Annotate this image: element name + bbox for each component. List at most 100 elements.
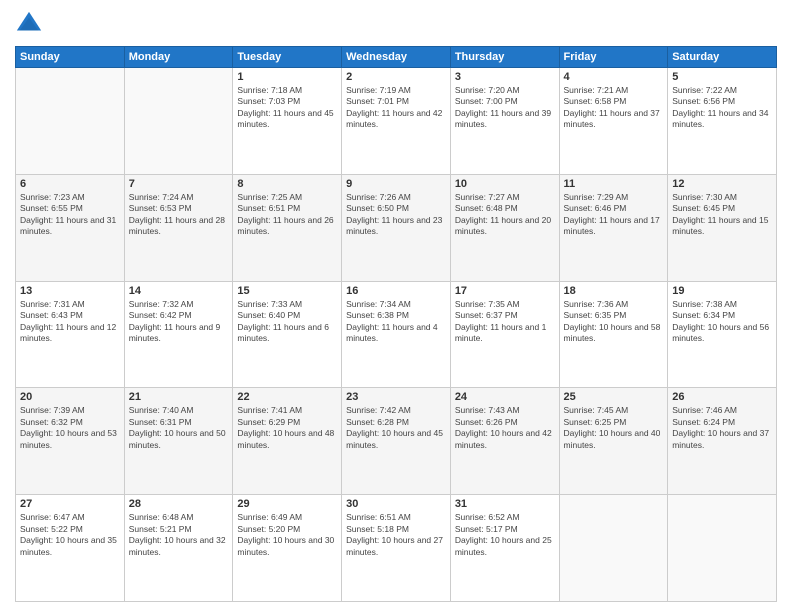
day-info: Sunrise: 7:38 AM Sunset: 6:34 PM Dayligh… xyxy=(672,299,772,345)
day-number: 9 xyxy=(346,178,446,190)
day-number: 14 xyxy=(129,285,229,297)
day-info: Sunrise: 7:30 AM Sunset: 6:45 PM Dayligh… xyxy=(672,192,772,238)
header xyxy=(15,10,777,38)
column-header-monday: Monday xyxy=(124,47,233,68)
calendar-cell xyxy=(124,68,233,175)
day-number: 3 xyxy=(455,71,555,83)
day-number: 21 xyxy=(129,391,229,403)
day-number: 26 xyxy=(672,391,772,403)
calendar-cell: 13 Sunrise: 7:31 AM Sunset: 6:43 PM Dayli… xyxy=(16,281,125,388)
column-header-saturday: Saturday xyxy=(668,47,777,68)
calendar-cell: 29 Sunrise: 6:49 AM Sunset: 5:20 PM Dayli… xyxy=(233,495,342,602)
day-info: Sunrise: 6:49 AM Sunset: 5:20 PM Dayligh… xyxy=(237,512,337,558)
calendar-cell: 18 Sunrise: 7:36 AM Sunset: 6:35 PM Dayli… xyxy=(559,281,668,388)
day-info: Sunrise: 6:47 AM Sunset: 5:22 PM Dayligh… xyxy=(20,512,120,558)
column-header-sunday: Sunday xyxy=(16,47,125,68)
day-info: Sunrise: 6:52 AM Sunset: 5:17 PM Dayligh… xyxy=(455,512,555,558)
calendar-week-row: 6 Sunrise: 7:23 AM Sunset: 6:55 PM Daylig… xyxy=(16,174,777,281)
calendar-cell: 27 Sunrise: 6:47 AM Sunset: 5:22 PM Dayli… xyxy=(16,495,125,602)
day-number: 29 xyxy=(237,498,337,510)
day-number: 5 xyxy=(672,71,772,83)
day-number: 17 xyxy=(455,285,555,297)
day-number: 12 xyxy=(672,178,772,190)
day-info: Sunrise: 6:48 AM Sunset: 5:21 PM Dayligh… xyxy=(129,512,229,558)
calendar-cell: 8 Sunrise: 7:25 AM Sunset: 6:51 PM Daylig… xyxy=(233,174,342,281)
day-info: Sunrise: 7:29 AM Sunset: 6:46 PM Dayligh… xyxy=(564,192,664,238)
column-header-wednesday: Wednesday xyxy=(342,47,451,68)
calendar-week-row: 20 Sunrise: 7:39 AM Sunset: 6:32 PM Dayli… xyxy=(16,388,777,495)
page: SundayMondayTuesdayWednesdayThursdayFrid… xyxy=(0,0,792,612)
calendar-week-row: 13 Sunrise: 7:31 AM Sunset: 6:43 PM Dayli… xyxy=(16,281,777,388)
day-number: 25 xyxy=(564,391,664,403)
day-number: 27 xyxy=(20,498,120,510)
calendar-cell: 21 Sunrise: 7:40 AM Sunset: 6:31 PM Dayli… xyxy=(124,388,233,495)
calendar-cell xyxy=(16,68,125,175)
day-number: 31 xyxy=(455,498,555,510)
day-number: 28 xyxy=(129,498,229,510)
calendar-cell: 6 Sunrise: 7:23 AM Sunset: 6:55 PM Daylig… xyxy=(16,174,125,281)
day-info: Sunrise: 7:34 AM Sunset: 6:38 PM Dayligh… xyxy=(346,299,446,345)
day-info: Sunrise: 7:18 AM Sunset: 7:03 PM Dayligh… xyxy=(237,85,337,131)
day-info: Sunrise: 7:42 AM Sunset: 6:28 PM Dayligh… xyxy=(346,405,446,451)
day-number: 7 xyxy=(129,178,229,190)
calendar-cell: 4 Sunrise: 7:21 AM Sunset: 6:58 PM Daylig… xyxy=(559,68,668,175)
day-info: Sunrise: 7:22 AM Sunset: 6:56 PM Dayligh… xyxy=(672,85,772,131)
calendar-cell xyxy=(668,495,777,602)
day-number: 10 xyxy=(455,178,555,190)
day-info: Sunrise: 7:35 AM Sunset: 6:37 PM Dayligh… xyxy=(455,299,555,345)
day-info: Sunrise: 7:21 AM Sunset: 6:58 PM Dayligh… xyxy=(564,85,664,131)
day-info: Sunrise: 7:43 AM Sunset: 6:26 PM Dayligh… xyxy=(455,405,555,451)
day-number: 11 xyxy=(564,178,664,190)
day-number: 23 xyxy=(346,391,446,403)
day-number: 2 xyxy=(346,71,446,83)
day-number: 4 xyxy=(564,71,664,83)
calendar-week-row: 27 Sunrise: 6:47 AM Sunset: 5:22 PM Dayli… xyxy=(16,495,777,602)
column-header-thursday: Thursday xyxy=(450,47,559,68)
day-info: Sunrise: 7:24 AM Sunset: 6:53 PM Dayligh… xyxy=(129,192,229,238)
day-info: Sunrise: 7:36 AM Sunset: 6:35 PM Dayligh… xyxy=(564,299,664,345)
day-info: Sunrise: 7:40 AM Sunset: 6:31 PM Dayligh… xyxy=(129,405,229,451)
calendar-cell: 11 Sunrise: 7:29 AM Sunset: 6:46 PM Dayli… xyxy=(559,174,668,281)
calendar-cell: 19 Sunrise: 7:38 AM Sunset: 6:34 PM Dayli… xyxy=(668,281,777,388)
day-number: 15 xyxy=(237,285,337,297)
calendar-cell: 1 Sunrise: 7:18 AM Sunset: 7:03 PM Daylig… xyxy=(233,68,342,175)
day-info: Sunrise: 6:51 AM Sunset: 5:18 PM Dayligh… xyxy=(346,512,446,558)
calendar-cell: 2 Sunrise: 7:19 AM Sunset: 7:01 PM Daylig… xyxy=(342,68,451,175)
day-info: Sunrise: 7:19 AM Sunset: 7:01 PM Dayligh… xyxy=(346,85,446,131)
calendar-header-row: SundayMondayTuesdayWednesdayThursdayFrid… xyxy=(16,47,777,68)
calendar-cell: 16 Sunrise: 7:34 AM Sunset: 6:38 PM Dayli… xyxy=(342,281,451,388)
day-number: 16 xyxy=(346,285,446,297)
calendar-cell: 14Sunrise: 7:32 AM Sunset: 6:42 PM Dayli… xyxy=(124,281,233,388)
calendar-cell: 30Sunrise: 6:51 AM Sunset: 5:18 PM Dayli… xyxy=(342,495,451,602)
column-header-friday: Friday xyxy=(559,47,668,68)
calendar-cell: 23 Sunrise: 7:42 AM Sunset: 6:28 PM Dayli… xyxy=(342,388,451,495)
day-number: 18 xyxy=(564,285,664,297)
calendar-cell: 22Sunrise: 7:41 AM Sunset: 6:29 PM Dayli… xyxy=(233,388,342,495)
calendar-cell: 24Sunrise: 7:43 AM Sunset: 6:26 PM Dayli… xyxy=(450,388,559,495)
day-info: Sunrise: 7:26 AM Sunset: 6:50 PM Dayligh… xyxy=(346,192,446,238)
calendar-cell: 15 Sunrise: 7:33 AM Sunset: 6:40 PM Dayli… xyxy=(233,281,342,388)
calendar-cell: 25Sunrise: 7:45 AM Sunset: 6:25 PM Dayli… xyxy=(559,388,668,495)
calendar-cell: 12 Sunrise: 7:30 AM Sunset: 6:45 PM Dayli… xyxy=(668,174,777,281)
day-info: Sunrise: 7:31 AM Sunset: 6:43 PM Dayligh… xyxy=(20,299,120,345)
calendar-cell: 26Sunrise: 7:46 AM Sunset: 6:24 PM Dayli… xyxy=(668,388,777,495)
day-number: 22 xyxy=(237,391,337,403)
day-number: 1 xyxy=(237,71,337,83)
calendar-cell: 20 Sunrise: 7:39 AM Sunset: 6:32 PM Dayli… xyxy=(16,388,125,495)
calendar-cell: 31 Sunrise: 6:52 AM Sunset: 5:17 PM Dayli… xyxy=(450,495,559,602)
day-info: Sunrise: 7:39 AM Sunset: 6:32 PM Dayligh… xyxy=(20,405,120,451)
day-info: Sunrise: 7:25 AM Sunset: 6:51 PM Dayligh… xyxy=(237,192,337,238)
day-number: 8 xyxy=(237,178,337,190)
calendar-cell: 5 Sunrise: 7:22 AM Sunset: 6:56 PM Daylig… xyxy=(668,68,777,175)
day-number: 6 xyxy=(20,178,120,190)
day-number: 20 xyxy=(20,391,120,403)
calendar-cell xyxy=(559,495,668,602)
day-number: 13 xyxy=(20,285,120,297)
day-number: 19 xyxy=(672,285,772,297)
day-info: Sunrise: 7:33 AM Sunset: 6:40 PM Dayligh… xyxy=(237,299,337,345)
calendar-cell: 9 Sunrise: 7:26 AM Sunset: 6:50 PM Daylig… xyxy=(342,174,451,281)
day-info: Sunrise: 7:23 AM Sunset: 6:55 PM Dayligh… xyxy=(20,192,120,238)
calendar-cell: 3Sunrise: 7:20 AM Sunset: 7:00 PM Daylig… xyxy=(450,68,559,175)
logo xyxy=(15,10,47,38)
calendar-week-row: 1 Sunrise: 7:18 AM Sunset: 7:03 PM Daylig… xyxy=(16,68,777,175)
